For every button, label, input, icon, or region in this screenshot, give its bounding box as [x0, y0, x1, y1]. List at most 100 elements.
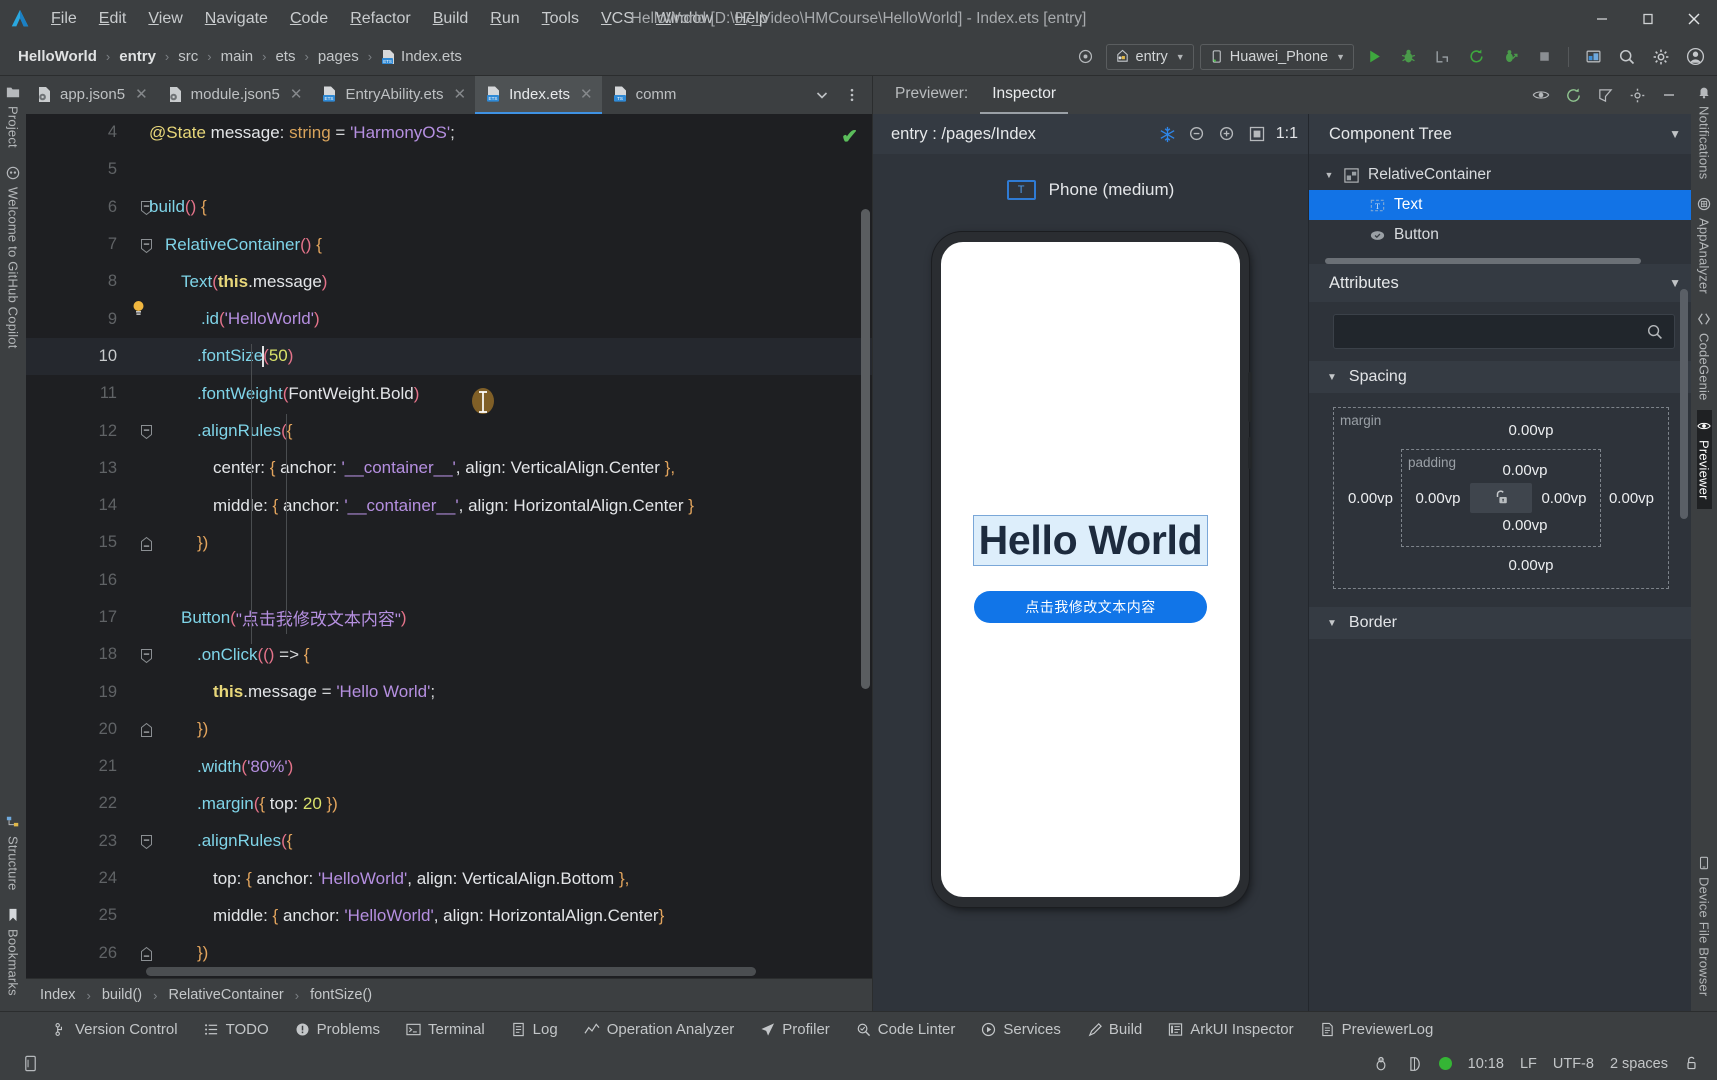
- code-text-area[interactable]: @State message: string = 'HarmonyOS'; bui…: [131, 114, 872, 978]
- previewer-settings-icon[interactable]: [1623, 82, 1651, 108]
- device-selector[interactable]: Huawei_Phone ▼: [1199, 43, 1354, 70]
- rail-item-structure[interactable]: Structure: [6, 806, 21, 900]
- rail-item-previewer[interactable]: Previewer: [1696, 409, 1712, 509]
- collapse-chevron-icon[interactable]: ▼: [1669, 276, 1681, 290]
- code-line[interactable]: }): [131, 524, 872, 561]
- debug-icon[interactable]: [1394, 44, 1422, 70]
- code-line[interactable]: Text(this .message): [131, 263, 872, 300]
- device-manager-icon[interactable]: [1579, 44, 1607, 70]
- editor-tab-appjson5[interactable]: app.json5 ✕: [26, 76, 157, 114]
- margin-top-value[interactable]: 0.00vp: [1340, 418, 1662, 443]
- tool-window-operation-analyzer[interactable]: Operation Analyzer: [571, 1012, 748, 1048]
- settings-icon[interactable]: [1647, 44, 1675, 70]
- status-indent[interactable]: 2 spaces: [1610, 1056, 1668, 1072]
- bug-status-icon[interactable]: [1372, 1055, 1390, 1073]
- tool-window-build[interactable]: Build: [1074, 1012, 1155, 1048]
- code-line[interactable]: .fontWeight(FontWeight.Bold): [131, 375, 872, 412]
- editor-breadcrumb-item[interactable]: Index: [36, 985, 79, 1005]
- editor-horizontal-scrollbar[interactable]: [146, 967, 756, 976]
- menu-tools[interactable]: Tools: [531, 7, 590, 31]
- stop-icon[interactable]: [1530, 44, 1558, 70]
- preview-text-component[interactable]: Hello World: [972, 515, 1209, 566]
- code-line[interactable]: top: { anchor: 'HelloWorld', align: Vert…: [131, 860, 872, 897]
- run-icon[interactable]: [1360, 44, 1388, 70]
- breadcrumb-item-helloworld[interactable]: HelloWorld: [14, 46, 101, 67]
- code-line[interactable]: center: { anchor: '__container__', align…: [131, 450, 872, 487]
- preview-button-component[interactable]: 点击我修改文本内容: [974, 591, 1207, 623]
- editor-tab-entryabilityets[interactable]: ETS EntryAbility.ets ✕: [311, 76, 475, 114]
- component-tree-node-button[interactable]: Button: [1309, 220, 1691, 250]
- menu-build[interactable]: Build: [422, 7, 480, 31]
- code-line[interactable]: .onClick(() => {: [131, 636, 872, 673]
- tool-window-previewerlog[interactable]: PreviewerLog: [1307, 1012, 1447, 1048]
- attributes-search-field[interactable]: [1333, 314, 1675, 349]
- code-line[interactable]: build() {: [131, 189, 872, 226]
- chevron-down-icon[interactable]: ▼: [1323, 170, 1335, 180]
- margin-left-value[interactable]: 0.00vp: [1340, 490, 1401, 507]
- close-icon[interactable]: ✕: [454, 85, 467, 103]
- tool-window-problems[interactable]: Problems: [282, 1012, 393, 1048]
- margin-bottom-value[interactable]: 0.00vp: [1340, 553, 1662, 578]
- menu-view[interactable]: View: [137, 7, 193, 31]
- editor-tab-indexets[interactable]: ETS Index.ets ✕: [475, 76, 602, 114]
- code-line[interactable]: RelativeContainer() {: [131, 226, 872, 263]
- code-editor[interactable]: 4 5 6 7 8 9 10 11 12 13 14 15 16 17 18 19 20 21 22 23 24 25 26…: [26, 114, 872, 978]
- padding-right-value[interactable]: 0.00vp: [1532, 490, 1596, 507]
- tool-window-arkui-inspector[interactable]: ArkUI Inspector: [1155, 1012, 1306, 1048]
- rail-item-welcome-to-github-copilot[interactable]: Welcome to GitHub Copilot: [6, 157, 21, 358]
- tool-window-code-linter[interactable]: Code Linter: [843, 1012, 969, 1048]
- editor-breadcrumb-item[interactable]: fontSize(): [306, 985, 376, 1005]
- battery-icon[interactable]: [1406, 1055, 1423, 1073]
- close-icon[interactable]: ✕: [580, 85, 593, 103]
- code-line[interactable]: .id('HelloWorld'): [131, 300, 872, 337]
- account-icon[interactable]: [1681, 44, 1709, 70]
- code-line[interactable]: }): [131, 711, 872, 748]
- component-tree-node-text[interactable]: T Text: [1309, 190, 1691, 220]
- attributes-scroll-handle[interactable]: [1325, 258, 1641, 264]
- code-line[interactable]: .fontSize(50): [131, 337, 872, 376]
- previewer-inspect-icon[interactable]: [1591, 82, 1619, 108]
- attach-debugger-icon[interactable]: [1496, 44, 1524, 70]
- close-icon[interactable]: ✕: [290, 85, 303, 103]
- code-line[interactable]: .margin({ top: 20 }): [131, 785, 872, 822]
- tool-window-profiler[interactable]: Profiler: [747, 1012, 843, 1048]
- device-type-row[interactable]: T Phone (medium): [873, 154, 1308, 200]
- maximize-restore-button[interactable]: [1625, 0, 1671, 38]
- collapse-chevron-icon[interactable]: ▼: [1669, 127, 1681, 141]
- code-line[interactable]: @State message: string = 'HarmonyOS';: [131, 114, 872, 151]
- code-line[interactable]: .alignRules({: [131, 412, 872, 449]
- tool-window-services[interactable]: Services: [968, 1012, 1074, 1048]
- zoom-in-icon[interactable]: [1216, 123, 1239, 146]
- editor-tab-comm[interactable]: TS comm: [602, 76, 686, 114]
- breadcrumb-item-src[interactable]: src: [174, 46, 202, 67]
- zoom-out-icon[interactable]: [1186, 123, 1209, 146]
- code-line[interactable]: .alignRules({: [131, 823, 872, 860]
- status-line-separator[interactable]: LF: [1520, 1056, 1537, 1072]
- breadcrumb-item-ets[interactable]: ets: [271, 46, 299, 67]
- menu-help[interactable]: Help: [724, 7, 779, 31]
- minimize-button[interactable]: [1579, 0, 1625, 38]
- lock-icon[interactable]: [1684, 1055, 1699, 1072]
- code-line[interactable]: .width('80%'): [131, 748, 872, 785]
- rail-item-device-file-browser[interactable]: Device File Browser: [1697, 847, 1712, 1005]
- margin-right-value[interactable]: 0.00vp: [1601, 490, 1662, 507]
- code-line[interactable]: [131, 151, 872, 188]
- padding-left-value[interactable]: 0.00vp: [1406, 490, 1470, 507]
- tool-window-version-control[interactable]: Version Control: [40, 1012, 191, 1048]
- rail-item-codegenie[interactable]: CodeGenie: [1697, 303, 1712, 410]
- snowflake-icon[interactable]: [1156, 123, 1179, 146]
- breadcrumb-item-pages[interactable]: pages: [314, 46, 363, 67]
- rail-item-bookmarks[interactable]: Bookmarks: [6, 899, 21, 1005]
- component-tree-node-relativecontainer[interactable]: ▼ RelativeContainer: [1309, 160, 1691, 190]
- group-header-spacing[interactable]: ▼ Spacing: [1309, 361, 1691, 393]
- tool-window-log[interactable]: Log: [498, 1012, 571, 1048]
- previewer-tab-previewer[interactable]: Previewer:: [883, 76, 980, 114]
- code-line[interactable]: middle: { anchor: 'HelloWorld', align: H…: [131, 897, 872, 934]
- fit-screen-icon[interactable]: [1246, 123, 1269, 146]
- rerun-icon[interactable]: [1462, 44, 1490, 70]
- menu-file[interactable]: File: [40, 7, 88, 31]
- code-line[interactable]: middle: { anchor: '__container__', align…: [131, 487, 872, 524]
- previewer-refresh-icon[interactable]: [1559, 82, 1587, 108]
- intention-bulb-icon[interactable]: [131, 301, 151, 329]
- breadcrumb-item-indexets[interactable]: ETS Index.ets: [377, 46, 466, 67]
